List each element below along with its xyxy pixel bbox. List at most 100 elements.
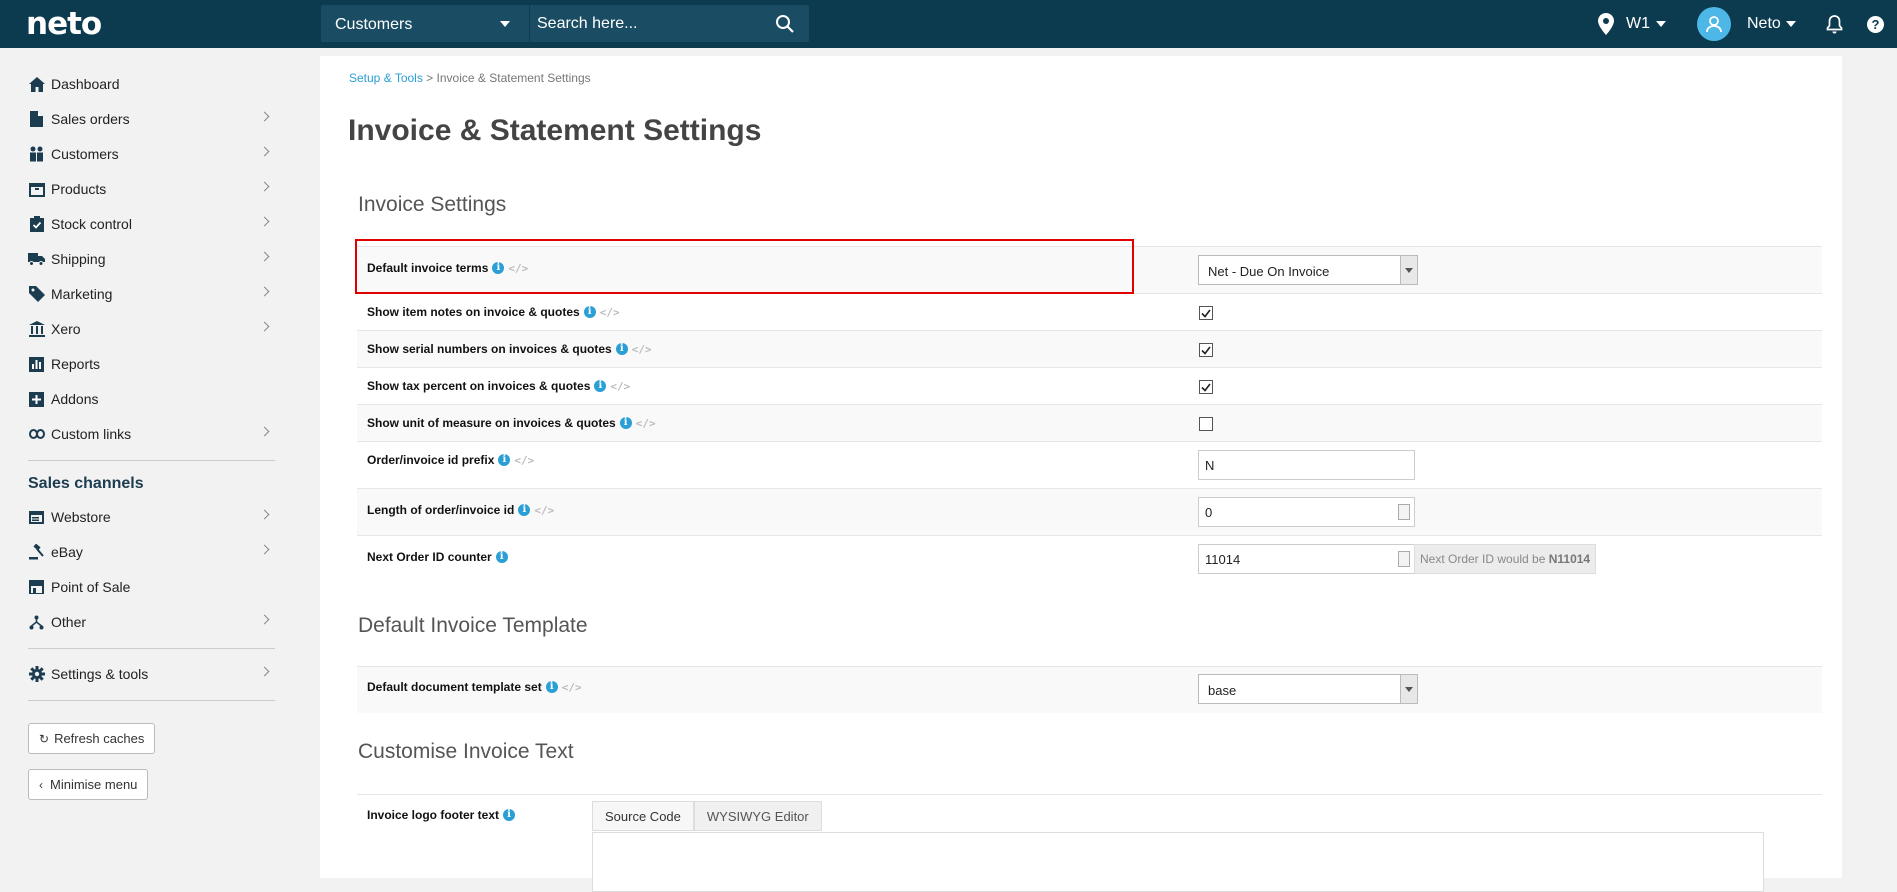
breadcrumb-link-setup-tools[interactable]: Setup & Tools [349, 71, 423, 85]
chevron-right-icon [259, 146, 270, 157]
minimise-menu-button[interactable]: ‹ Minimise menu [28, 769, 149, 800]
spinner-icon[interactable] [1398, 504, 1410, 520]
info-icon[interactable]: i [594, 380, 607, 392]
row-label: Show item notes on invoice & quotes i </> [367, 305, 620, 319]
id-length-row: Length of order/invoice id i </> 0 [357, 488, 1822, 535]
chevron-right-icon [259, 426, 270, 437]
notifications-button[interactable] [1826, 0, 1843, 48]
sidebar-item-webstore[interactable]: Webstore [28, 502, 270, 532]
tab-wysiwyg-editor[interactable]: WYSIWYG Editor [693, 801, 822, 831]
info-icon[interactable]: i [498, 454, 511, 466]
chevron-left-icon: ‹ [39, 777, 43, 792]
next-order-id-preview: Next Order ID would be N11014 [1414, 544, 1597, 574]
sidebar-item-customers[interactable]: Customers [28, 139, 270, 169]
sidebar-item-reports[interactable]: Reports [28, 349, 268, 379]
refresh-caches-button[interactable]: ↻ Refresh caches [28, 723, 156, 754]
divider [28, 648, 275, 649]
sidebar-item-settings-tools[interactable]: Settings & tools [28, 659, 270, 689]
location-selector[interactable]: W1 [1598, 0, 1666, 48]
chevron-right-icon [259, 216, 270, 227]
breadcrumb-current: Invoice & Statement Settings [436, 71, 591, 85]
code-icon[interactable]: </> [562, 681, 582, 694]
invoice-settings-title: Invoice Settings [358, 193, 507, 216]
item-notes-row: Show item notes on invoice & quotes i </> [357, 293, 1822, 330]
code-icon[interactable]: </> [600, 306, 620, 319]
sidebar-item-label: Webstore [51, 509, 111, 525]
sidebar-item-ebay[interactable]: eBay [28, 537, 270, 567]
info-icon[interactable]: i [545, 681, 558, 693]
sidebar-item-marketing[interactable]: Marketing [28, 279, 270, 309]
chevron-right-icon [259, 666, 270, 677]
chevron-down-icon [1400, 675, 1417, 703]
item-notes-checkbox[interactable] [1199, 306, 1213, 320]
info-icon[interactable]: i [503, 809, 516, 821]
divider [28, 700, 275, 701]
code-icon[interactable]: </> [534, 504, 554, 517]
chevron-right-icon [259, 321, 270, 332]
preview-value: N11014 [1548, 552, 1591, 566]
code-icon[interactable]: </> [636, 417, 656, 430]
row-label: Next Order ID counter i [367, 550, 508, 564]
chevron-down-icon[interactable] [500, 21, 510, 27]
tab-source-code[interactable]: Source Code [592, 801, 694, 831]
logo-footer-editor[interactable] [592, 832, 1764, 892]
sidebar-item-label: Sales orders [51, 111, 130, 127]
row-label: Order/invoice id prefix i </> [367, 453, 534, 467]
sidebar-item-other[interactable]: Other [28, 607, 270, 637]
tax-percent-label: Show tax percent on invoices & quotes [367, 379, 591, 393]
location-label: W1 [1626, 15, 1650, 32]
divider [28, 460, 275, 461]
clipboard-check-icon [28, 216, 45, 233]
help-icon: ? [1867, 15, 1884, 33]
search-input[interactable] [537, 13, 767, 35]
link-icon [28, 426, 45, 443]
next-order-id-label: Next Order ID counter [367, 550, 492, 564]
code-icon[interactable]: </> [632, 343, 652, 356]
sidebar: Dashboard Sales orders Customers Product… [0, 48, 300, 878]
breadcrumb-separator: > [426, 71, 434, 85]
code-icon[interactable]: </> [514, 454, 534, 467]
select-value: Net - Due On Invoice [1208, 264, 1330, 279]
search-type-select[interactable]: Customers [335, 16, 412, 34]
sidebar-item-addons[interactable]: Addons [28, 384, 268, 414]
sidebar-item-dashboard[interactable]: Dashboard [28, 69, 268, 99]
neto-logo[interactable]: neto [26, 6, 102, 42]
refresh-caches-label: Refresh caches [54, 731, 145, 746]
home-icon [28, 76, 45, 93]
browser-icon [28, 509, 45, 526]
next-order-id-row: Next Order ID counter i 11014 Next Order… [357, 535, 1822, 582]
sidebar-item-custom-links[interactable]: Custom links [28, 419, 270, 449]
unit-measure-checkbox[interactable] [1199, 417, 1213, 431]
default-invoice-terms-select[interactable]: Net - Due On Invoice [1198, 255, 1418, 285]
sidebar-item-label: Products [51, 181, 107, 197]
sidebar-item-label: Settings & tools [51, 666, 149, 682]
sidebar-item-xero[interactable]: Xero [28, 314, 270, 344]
id-prefix-input[interactable]: N [1198, 450, 1415, 480]
serial-numbers-checkbox[interactable] [1199, 343, 1213, 357]
sidebar-item-label: Xero [51, 321, 81, 337]
template-set-select[interactable]: base [1198, 674, 1418, 704]
sidebar-item-products[interactable]: Products [28, 174, 270, 204]
next-order-id-input[interactable]: 11014 [1198, 544, 1415, 574]
sidebar-item-shipping[interactable]: Shipping [28, 244, 270, 274]
unit-measure-label: Show unit of measure on invoices & quote… [367, 416, 616, 430]
sidebar-item-point-of-sale[interactable]: Point of Sale [28, 572, 268, 602]
code-icon[interactable]: </> [610, 380, 630, 393]
map-pin-icon [1598, 13, 1614, 35]
info-icon[interactable]: i [619, 417, 632, 429]
next-order-id-value: 11014 [1205, 551, 1241, 567]
info-icon[interactable]: i [615, 343, 628, 355]
spinner-icon[interactable] [1398, 551, 1410, 567]
info-icon[interactable]: i [495, 551, 508, 563]
id-length-input[interactable]: 0 [1198, 497, 1415, 527]
tax-percent-checkbox[interactable] [1199, 380, 1213, 394]
bell-icon [1826, 14, 1843, 33]
sidebar-item-label: eBay [51, 544, 83, 560]
help-button[interactable]: ? [1867, 0, 1884, 48]
info-icon[interactable]: i [583, 306, 596, 318]
info-icon[interactable]: i [518, 504, 531, 516]
sidebar-item-stock-control[interactable]: Stock control [28, 209, 270, 239]
search-icon[interactable] [775, 14, 795, 34]
sidebar-item-sales-orders[interactable]: Sales orders [28, 104, 270, 134]
user-menu[interactable]: Neto [1697, 0, 1796, 48]
